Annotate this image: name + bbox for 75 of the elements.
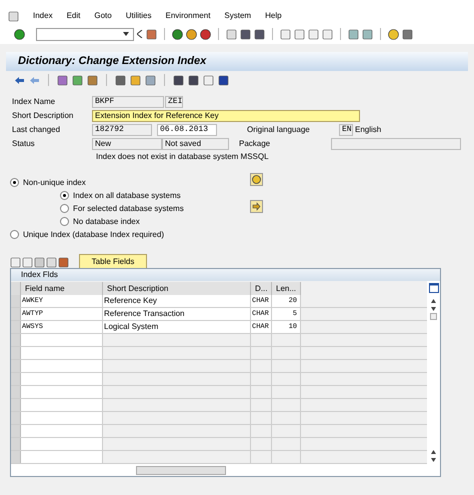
menu-item[interactable]: Index — [33, 10, 53, 22]
scroll-down-icon[interactable] — [431, 307, 436, 311]
column-header[interactable]: D... — [251, 282, 272, 295]
radio-button[interactable] — [60, 191, 69, 200]
title-bar: Dictionary: Change Extension Index — [6, 52, 468, 71]
radio-label: Non-unique index — [23, 176, 86, 188]
radio-button[interactable] — [60, 204, 69, 213]
dropdown-icon[interactable] — [123, 32, 129, 36]
scroll-thumb[interactable] — [136, 466, 226, 474]
field-label: Last changed — [12, 124, 62, 136]
command-field[interactable] — [36, 28, 134, 40]
column-header[interactable]: Short Description — [103, 282, 251, 295]
table-cell: Logical System — [103, 321, 251, 333]
arrow-icon — [252, 202, 261, 211]
date-field: 06.08.2013 — [157, 124, 217, 136]
table-cell[interactable] — [21, 360, 103, 372]
table-cell[interactable] — [21, 451, 103, 463]
help-icon — [252, 175, 261, 184]
radio-button[interactable] — [10, 230, 19, 239]
menu-item[interactable]: Environment — [166, 10, 210, 22]
column-settings-icon[interactable] — [428, 283, 438, 293]
back-icon[interactable] — [172, 28, 183, 40]
table-title: Index Flds — [11, 269, 440, 281]
radio-label: Index on all database systems — [73, 190, 181, 202]
radio-label: No database index — [73, 216, 140, 228]
forward-arrow-icon[interactable] — [29, 74, 40, 86]
table-cell: Reference Transaction — [103, 308, 251, 320]
field-label: Package — [239, 138, 272, 150]
radio-label: Unique Index (database Index required) — [23, 228, 164, 240]
field-label: Original language — [247, 124, 311, 136]
scroll-down-icon[interactable] — [431, 458, 436, 462]
back-arrow-icon[interactable] — [14, 74, 25, 86]
column-header[interactable]: Len... — [272, 282, 301, 295]
table-cell[interactable] — [21, 412, 103, 424]
cancel-icon[interactable] — [200, 28, 211, 40]
help-icon[interactable] — [388, 28, 399, 40]
table-cell: Reference Key — [103, 295, 251, 307]
table-cell[interactable] — [21, 373, 103, 385]
radio-label: For selected database systems — [73, 202, 184, 214]
scroll-up-icon[interactable] — [431, 299, 436, 303]
table-name-field: BKPF — [92, 96, 164, 108]
vertical-scrollbar[interactable] — [430, 297, 438, 464]
user-field: 182792 — [92, 124, 152, 136]
menu-item[interactable]: Edit — [66, 10, 80, 22]
table-cell[interactable] — [21, 347, 103, 359]
status-message: Index does not exist in database system MSSQL — [96, 151, 269, 163]
language-name: English — [355, 124, 382, 136]
scroll-thumb[interactable] — [430, 313, 437, 320]
enter-icon[interactable] — [14, 28, 25, 40]
index-id-field: ZEI — [165, 96, 183, 108]
menu-item[interactable]: Utilities — [126, 10, 152, 22]
description-field[interactable]: Extension Index for Reference Key — [92, 110, 360, 122]
menu-item[interactable]: Help — [265, 10, 282, 22]
field-label: Status — [12, 138, 36, 150]
save-state-field: Not saved — [162, 138, 229, 150]
radio-button[interactable] — [10, 178, 19, 187]
tab[interactable]: Table Fields — [79, 254, 147, 268]
field-label: Index Name — [12, 96, 56, 108]
table-cell[interactable] — [21, 425, 103, 437]
help-button[interactable] — [250, 173, 263, 186]
radio-button[interactable] — [60, 217, 69, 226]
language-code-field: EN — [339, 124, 353, 136]
exit-icon[interactable] — [186, 28, 197, 40]
table-cell[interactable] — [21, 334, 103, 346]
table-cell[interactable] — [21, 386, 103, 398]
menu-item[interactable]: Goto — [94, 10, 112, 22]
scroll-up-icon[interactable] — [431, 450, 436, 454]
field-label: Short Description — [12, 110, 74, 122]
arrow-button[interactable] — [250, 200, 263, 213]
menu-item[interactable]: System — [224, 10, 252, 22]
horizontal-scrollbar[interactable] — [11, 464, 440, 476]
table-cell[interactable] — [21, 399, 103, 411]
status-field: New — [92, 138, 162, 150]
column-header[interactable]: Field name — [21, 282, 103, 295]
table-cell[interactable] — [21, 438, 103, 450]
